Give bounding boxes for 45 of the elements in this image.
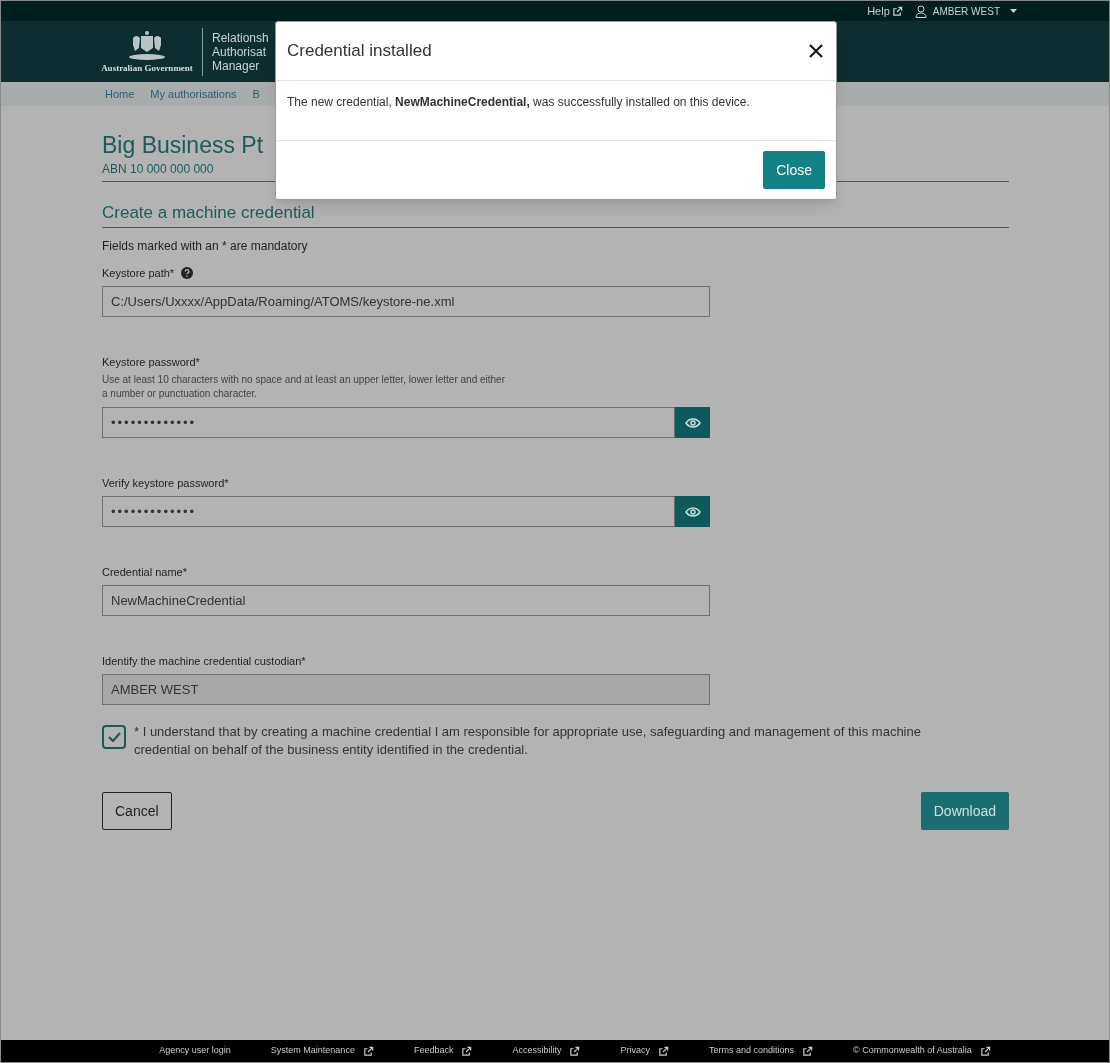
abn-text: ABN 10 000 000 000: [102, 161, 214, 177]
password-field[interactable]: •••••••••••••: [102, 496, 675, 527]
help-icon[interactable]: [181, 267, 194, 279]
close-icon[interactable]: [807, 42, 825, 60]
field-label: Verify keystore password*: [102, 476, 229, 490]
business-name: Big Business Pt: [102, 131, 264, 160]
input-field[interactable]: NewMachineCredential: [102, 585, 710, 616]
footer-link[interactable]: System Maintenance: [270, 1044, 374, 1058]
cancel-button[interactable]: Cancel: [102, 792, 172, 830]
app-title: Manager: [212, 58, 261, 73]
app-title: Relationsh: [212, 30, 269, 45]
app-title: Authorisat: [212, 44, 268, 59]
consent-checkbox[interactable]: [102, 725, 126, 749]
external-link-icon: [891, 5, 903, 17]
footer-link[interactable]: Agency user login: [159, 1044, 231, 1058]
field-label: Keystore password*: [102, 355, 200, 369]
section-heading: Create a machine credential: [102, 202, 316, 224]
input-field: AMBER WEST: [102, 674, 710, 705]
close-button[interactable]: Close: [763, 151, 825, 189]
footer-link[interactable]: Terms and conditions: [708, 1044, 813, 1058]
field-label: Keystore path*: [102, 266, 175, 280]
footer-link[interactable]: Accessibility: [512, 1044, 581, 1058]
footer-link[interactable]: © Commonwealth of Australia: [853, 1044, 991, 1058]
eye-icon: [684, 506, 701, 517]
logo-caption: Australian Government: [101, 61, 193, 75]
field-label: Identify the machine credential custodian*: [102, 654, 306, 668]
footer-link[interactable]: Privacy: [620, 1044, 669, 1058]
download-button[interactable]: Download: [920, 792, 1009, 830]
input-field[interactable]: C:/Users/Uxxxx/AppData/Roaming/ATOMS/keystore-ne.xml: [102, 286, 710, 317]
password-field[interactable]: •••••••••••••: [102, 407, 675, 438]
show-password-button[interactable]: [675, 496, 710, 527]
field-label: Credential name*: [102, 565, 187, 579]
eye-icon: [684, 417, 701, 428]
user-menu[interactable]: AMBER WEST: [914, 3, 1017, 19]
modal-message: The new credential, NewMachineCredential, was successfully installed on this device.: [287, 94, 751, 111]
caret-icon: [1010, 9, 1017, 13]
user-icon: [914, 4, 927, 18]
show-password-button[interactable]: [675, 407, 710, 438]
field-hint: Use at least 10 characters with no space and at least an upper letter, lower letter and either a number or punctuation character.: [102, 373, 506, 401]
modal-title: Credential installed: [287, 40, 432, 63]
consent-text: * I understand that by creating a machine credential I am responsible for appropriate use, safeguarding and management of this machine credential on behalf of the business entity identified in the credential.: [134, 723, 922, 759]
mandatory-note: Fields marked with an * are mandatory: [102, 238, 309, 254]
help-link[interactable]: Help: [867, 2, 903, 20]
footer-link[interactable]: Feedback: [413, 1044, 473, 1058]
check-icon: [107, 732, 121, 742]
